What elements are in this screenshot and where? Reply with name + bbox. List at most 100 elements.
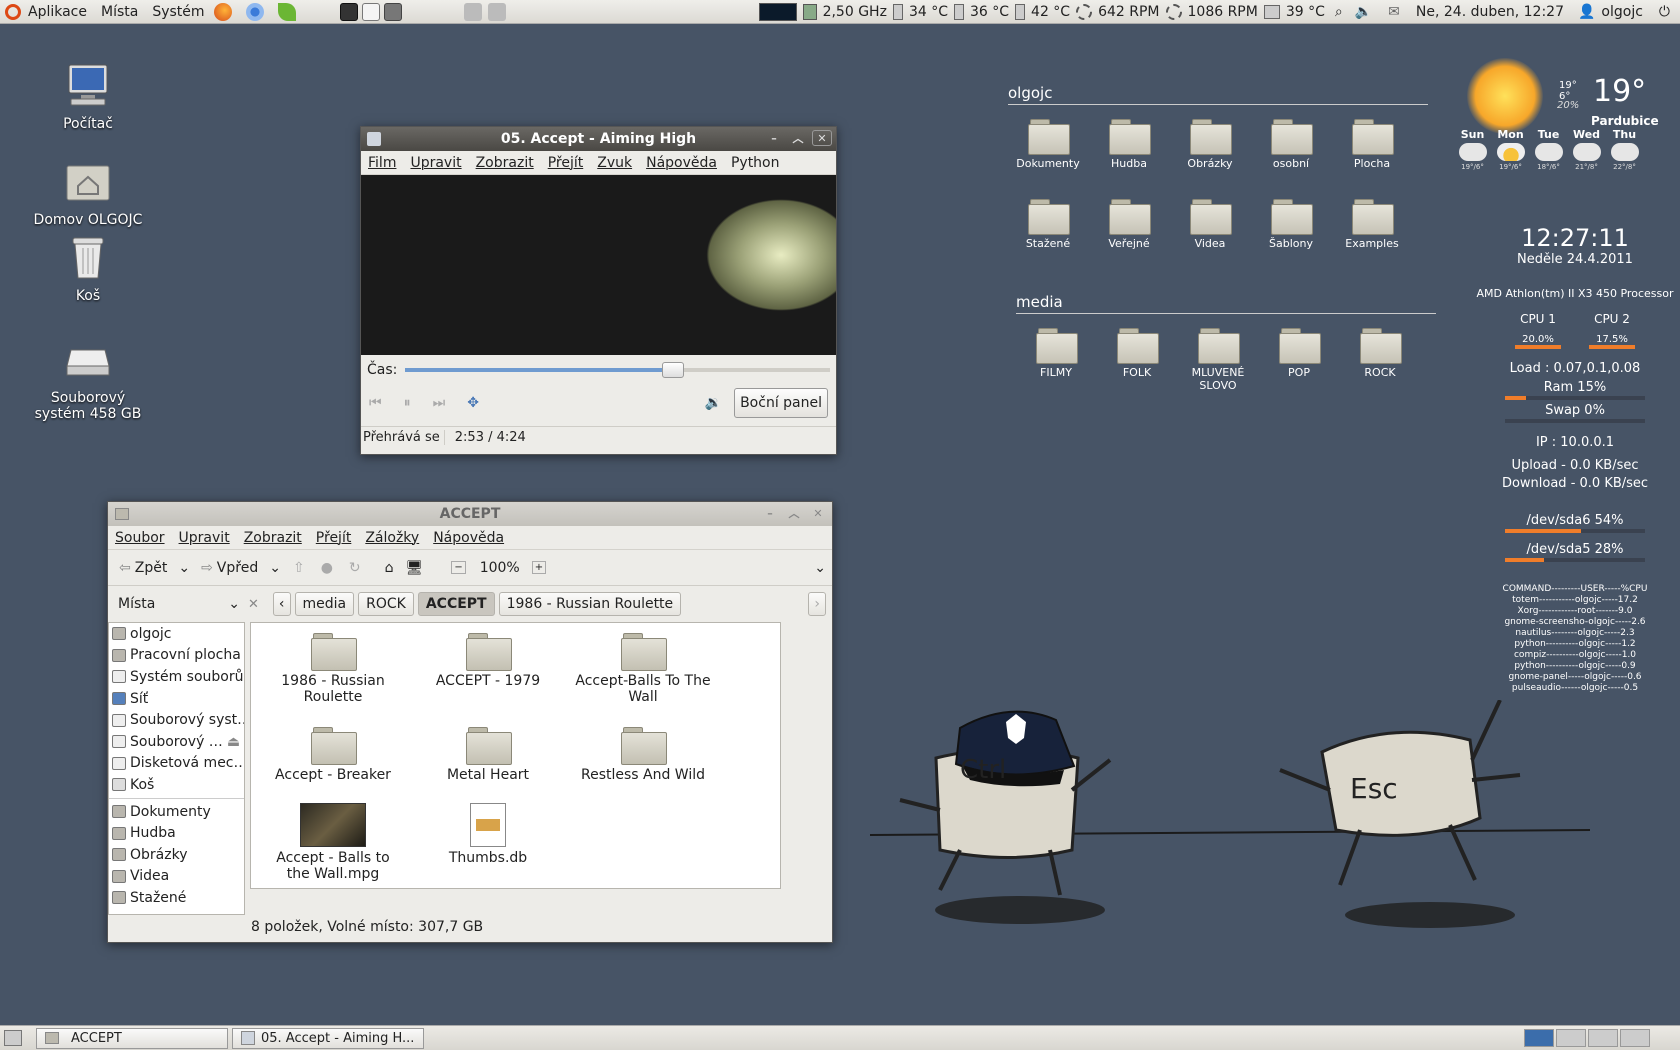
maximize-button[interactable]: ︿	[788, 130, 808, 146]
close-button[interactable]: ✕	[808, 505, 828, 521]
menu-edit[interactable]: Upravit	[403, 155, 468, 171]
eject-icon[interactable]: ⏏	[227, 734, 240, 750]
workspace-1[interactable]	[1524, 1029, 1554, 1047]
desk-folder-item[interactable]: Šablony	[1251, 199, 1331, 250]
next-icon[interactable]: ⏭	[433, 395, 446, 411]
menu-places[interactable]: Místa	[94, 4, 145, 20]
menu-edit[interactable]: Upravit	[172, 530, 237, 546]
chromium-icon[interactable]	[245, 2, 264, 21]
system-monitor-graph[interactable]	[758, 2, 797, 21]
menu-view[interactable]: Zobrazit	[237, 530, 309, 546]
menu-film[interactable]: Film	[361, 155, 403, 171]
file-item[interactable]: Accept - Breaker	[263, 727, 403, 783]
terminal-icon[interactable]	[339, 2, 358, 21]
user-icon[interactable]: 👤	[1578, 4, 1595, 20]
workspace-4[interactable]	[1620, 1029, 1650, 1047]
desk-folder-item[interactable]: osobní	[1251, 119, 1331, 170]
file-item[interactable]: Accept - Balls to the Wall.mpg	[263, 803, 403, 882]
up-icon[interactable]: ⇧	[293, 560, 305, 576]
breadcrumb-media[interactable]: media	[294, 592, 355, 616]
volume-icon[interactable]: 🔉	[705, 395, 722, 411]
workspace-switcher[interactable]	[1524, 1029, 1650, 1047]
user-name[interactable]: olgojc	[1601, 4, 1643, 20]
close-sidebar-icon[interactable]: ✕	[248, 597, 259, 612]
nautilus-titlebar[interactable]: ACCEPT – ︿ ✕	[108, 502, 832, 526]
file-view[interactable]: 1986 - Russian Roulette ACCEPT - 1979 Ac…	[250, 622, 781, 889]
sidebar-item-volume-2[interactable]: Souborový … ⏏	[109, 731, 244, 753]
toolbar-overflow-chevron-icon[interactable]: ⌄	[814, 560, 826, 576]
firefox-icon[interactable]	[213, 2, 232, 21]
computer-icon[interactable]: 🖥	[406, 560, 424, 576]
menu-sound[interactable]: Zvuk	[590, 155, 639, 171]
back-button[interactable]: ⇦ Zpět	[114, 557, 172, 579]
sidebar-item-floppy[interactable]: Disketová mec…	[109, 753, 244, 775]
sidebar-button[interactable]: Boční panel	[734, 388, 828, 418]
search-icon[interactable]: ⌕	[1335, 4, 1343, 20]
file-item[interactable]: Metal Heart	[418, 727, 558, 783]
desktop-icon-computer[interactable]: Počítač	[3, 62, 173, 132]
sidebar-item-desktop[interactable]: Pracovní plocha	[109, 645, 244, 667]
cpufreq-icon[interactable]	[802, 3, 817, 20]
workspace-3[interactable]	[1588, 1029, 1618, 1047]
show-desktop-icon[interactable]	[4, 1030, 22, 1046]
sidebar-item-documents[interactable]: Dokumenty	[109, 801, 244, 823]
clock[interactable]: Ne, 24. duben, 12:27	[1416, 4, 1564, 20]
menu-applications[interactable]: Aplikace	[21, 4, 94, 20]
places-selector[interactable]: Místa ⌄	[114, 596, 244, 612]
menu-go[interactable]: Přejít	[309, 530, 359, 546]
menu-bookmarks[interactable]: Záložky	[358, 530, 426, 546]
menu-help[interactable]: Nápověda	[426, 530, 511, 546]
breadcrumb-accept[interactable]: ACCEPT	[417, 592, 495, 616]
file-item[interactable]: Thumbs.db	[418, 803, 558, 866]
totem-titlebar[interactable]: 05. Accept - Aiming High – ︿ ✕	[361, 127, 836, 151]
breadcrumb-rock[interactable]: ROCK	[358, 592, 414, 616]
screenshot-area-icon[interactable]	[487, 2, 506, 21]
sidebar-item-music[interactable]: Hudba	[109, 822, 244, 844]
desk-folder-item[interactable]: Videa	[1170, 199, 1250, 250]
file-item[interactable]: Accept-Balls To The Wall	[573, 633, 713, 705]
sidebar-item-volume-1[interactable]: Souborový syst…	[109, 709, 244, 731]
desk-folder-item[interactable]: Plocha	[1332, 119, 1412, 170]
desktop-icon-trash[interactable]: Koš	[3, 234, 173, 304]
menu-python[interactable]: Python	[724, 155, 787, 171]
taskbar-item-totem[interactable]: 05. Accept - Aiming H...	[232, 1027, 424, 1049]
menu-go[interactable]: Přejít	[541, 155, 591, 171]
breadcrumb-russian-roulette[interactable]: 1986 - Russian Roulette	[498, 592, 682, 616]
power-icon[interactable]: ⏻	[1659, 4, 1670, 20]
desktop-icon-home[interactable]: Domov OLGOJC	[3, 158, 173, 228]
desktop-icon-filesystem[interactable]: Souborový systém 458 GB	[3, 336, 173, 422]
mail-icon[interactable]: ✉	[1388, 4, 1400, 20]
file-item[interactable]: 1986 - Russian Roulette	[263, 633, 403, 705]
zoom-in-icon[interactable]: +	[531, 561, 547, 574]
pause-icon[interactable]: ⏸	[404, 395, 411, 411]
menu-help[interactable]: Nápověda	[639, 155, 724, 171]
desk-folder-item[interactable]: Obrázky	[1170, 119, 1250, 170]
previous-icon[interactable]: ⏮	[369, 395, 382, 411]
screenshot-icon[interactable]	[463, 2, 482, 21]
desk-folder-item[interactable]: Veřejné	[1089, 199, 1169, 250]
home-icon[interactable]: ⌂	[385, 560, 394, 576]
forward-history-chevron-icon[interactable]: ⌄	[269, 560, 281, 576]
close-button[interactable]: ✕	[812, 130, 832, 146]
text-editor-icon[interactable]	[361, 2, 380, 21]
minimize-button[interactable]: –	[764, 130, 784, 146]
desk-folder-item[interactable]: Examples	[1332, 199, 1412, 250]
sidebar-item-videos[interactable]: Videa	[109, 866, 244, 888]
sidebar-item-home[interactable]: olgojc	[109, 623, 244, 645]
calculator-icon[interactable]	[383, 2, 402, 21]
seek-slider[interactable]	[405, 362, 830, 378]
totem-window[interactable]: 05. Accept - Aiming High – ︿ ✕ Film Upra…	[360, 126, 837, 455]
seek-handle[interactable]	[661, 362, 684, 378]
leaf-app-icon[interactable]	[277, 2, 296, 21]
sidebar-item-pictures[interactable]: Obrázky	[109, 844, 244, 866]
video-area[interactable]	[361, 175, 836, 355]
reload-icon[interactable]: ↻	[349, 560, 361, 576]
forward-button[interactable]: ⇨ Vpřed	[196, 557, 263, 579]
back-history-chevron-icon[interactable]: ⌄	[178, 560, 190, 576]
ubuntu-logo-icon[interactable]	[5, 3, 21, 20]
sidebar-item-network[interactable]: Síť	[109, 688, 244, 710]
desk-folder-item[interactable]: POP	[1259, 328, 1339, 379]
pathbar-scroll-right-button[interactable]: ›	[808, 592, 826, 616]
desk-folder-item[interactable]: Stažené	[1008, 199, 1088, 250]
menu-file[interactable]: Soubor	[108, 530, 172, 546]
